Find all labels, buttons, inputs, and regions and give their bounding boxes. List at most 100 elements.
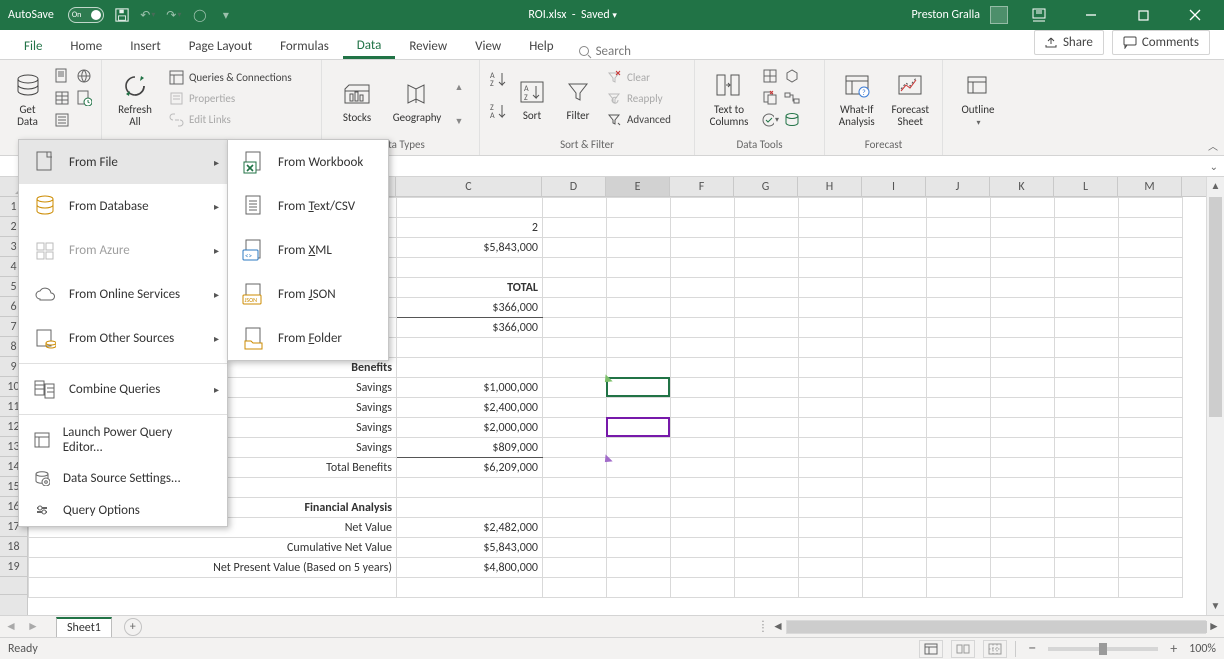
relationships-icon[interactable]	[783, 89, 801, 107]
autosave-toggle[interactable]: On	[68, 7, 104, 23]
tab-file[interactable]: File	[10, 33, 56, 59]
sort-button[interactable]: AZSort	[512, 64, 552, 134]
vertical-scrollbar[interactable]: ▲ ▼	[1206, 177, 1224, 615]
cell[interactable]: $809,000	[397, 438, 543, 458]
save-icon[interactable]	[114, 7, 130, 23]
cell[interactable]: $2,400,000	[397, 398, 543, 418]
col-header-E[interactable]: E	[606, 177, 670, 196]
text-to-columns-button[interactable]: Text to Columns	[703, 64, 755, 134]
zoom-slider[interactable]	[1048, 647, 1158, 651]
consolidate-icon[interactable]	[783, 67, 801, 85]
cell[interactable]: $1,000,000	[397, 378, 543, 398]
zoom-level[interactable]: 100%	[1189, 642, 1216, 656]
tab-page-layout[interactable]: Page Layout	[175, 33, 266, 59]
qat-customize-icon[interactable]: ▾	[218, 7, 234, 23]
col-header-M[interactable]: M	[1118, 177, 1182, 196]
hscroll-right-icon[interactable]: ►	[1206, 619, 1222, 634]
filter-button[interactable]: Filter	[558, 64, 598, 134]
sheet-nav-prev[interactable]: ◄	[0, 619, 22, 634]
col-header-D[interactable]: D	[542, 177, 606, 196]
queries-connections-button[interactable]: Queries & Connections	[166, 68, 294, 86]
touch-mode-icon[interactable]: ◯	[192, 7, 208, 23]
from-text-icon[interactable]	[53, 67, 71, 85]
share-button[interactable]: Share	[1034, 30, 1104, 55]
zoom-out-button[interactable]: −	[1024, 639, 1040, 658]
col-header-L[interactable]: L	[1054, 177, 1118, 196]
what-if-button[interactable]: ?What-If Analysis	[833, 64, 881, 134]
collapse-ribbon-icon[interactable]: ︿	[1208, 138, 1218, 153]
horizontal-scrollbar[interactable]	[786, 620, 1206, 634]
formula-bar-expand-icon[interactable]: ⌄	[1210, 160, 1218, 173]
existing-conn-icon[interactable]	[53, 111, 71, 129]
menu-from-text-csv[interactable]: From Text/CSV	[228, 184, 388, 228]
sheet-tab-sheet1[interactable]: Sheet1	[56, 617, 112, 637]
tell-me-search[interactable]: Search	[578, 44, 631, 59]
cell[interactable]: $4,800,000	[397, 558, 543, 578]
menu-from-file[interactable]: From File▸	[19, 140, 227, 184]
col-header-H[interactable]: H	[798, 177, 862, 196]
data-model-icon[interactable]	[783, 111, 801, 129]
tab-view[interactable]: View	[461, 33, 515, 59]
maximize-button[interactable]	[1122, 0, 1164, 30]
user-name[interactable]: Preston Gralla	[911, 8, 980, 22]
data-validation-icon[interactable]: ▾	[761, 111, 779, 129]
remove-dup-icon[interactable]	[761, 89, 779, 107]
menu-from-workbook[interactable]: From Workbook	[228, 140, 388, 184]
view-page-layout-icon[interactable]	[951, 640, 975, 658]
cell[interactable]: $2,000,000	[397, 418, 543, 438]
col-header-J[interactable]: J	[926, 177, 990, 196]
menu-from-database[interactable]: From Database▸	[19, 184, 227, 228]
datatypes-scroll-up-icon[interactable]: ▲	[450, 78, 468, 96]
add-sheet-button[interactable]: +	[124, 618, 142, 636]
outline-button[interactable]: Outline▾	[951, 64, 1005, 134]
from-web-icon[interactable]	[75, 67, 93, 85]
menu-combine-queries[interactable]: Combine Queries▸	[19, 367, 227, 411]
tab-home[interactable]: Home	[56, 33, 116, 59]
minimize-button[interactable]	[1070, 0, 1112, 30]
get-data-button[interactable]: Get Data	[8, 64, 47, 134]
cell[interactable]: 2	[397, 218, 543, 238]
refresh-all-button[interactable]: Refresh All	[110, 64, 160, 134]
cell[interactable]: $5,843,000	[397, 538, 543, 558]
cell[interactable]: $366,000	[397, 318, 543, 338]
from-table-icon[interactable]	[53, 89, 71, 107]
menu-launch-power-query[interactable]: Launch Power Query Editor...	[19, 418, 227, 462]
cell[interactable]: $6,209,000	[397, 458, 543, 478]
scroll-thumb[interactable]	[1209, 197, 1222, 417]
datatypes-more-icon[interactable]: ▼	[450, 112, 468, 130]
tab-help[interactable]: Help	[515, 33, 567, 59]
tab-review[interactable]: Review	[395, 33, 461, 59]
comments-button[interactable]: Comments	[1112, 30, 1210, 55]
hscroll-left-icon[interactable]: ◄	[770, 619, 786, 634]
menu-from-json[interactable]: JSONFrom JSON	[228, 272, 388, 316]
ribbon-options-icon[interactable]	[1018, 0, 1060, 30]
col-header-K[interactable]: K	[990, 177, 1054, 196]
geography-button[interactable]: Geography	[390, 66, 444, 136]
menu-from-other[interactable]: From Other Sources▸	[19, 316, 227, 360]
view-page-break-icon[interactable]	[983, 640, 1007, 658]
flash-fill-icon[interactable]	[761, 67, 779, 85]
undo-icon[interactable]: ↶▾	[140, 7, 156, 23]
cell[interactable]: TOTAL	[397, 278, 543, 298]
menu-data-source-settings[interactable]: Data Source Settings...	[19, 462, 227, 494]
cell[interactable]: $5,843,000	[397, 238, 543, 258]
col-header-I[interactable]: I	[862, 177, 926, 196]
scroll-down-icon[interactable]: ▼	[1207, 597, 1224, 615]
menu-from-folder[interactable]: From Folder	[228, 316, 388, 360]
forecast-sheet-button[interactable]: Forecast Sheet	[887, 64, 935, 134]
menu-from-online[interactable]: From Online Services▸	[19, 272, 227, 316]
cell[interactable]: Net Present Value (Based on 5 years)	[29, 558, 397, 578]
tab-data[interactable]: Data	[343, 32, 396, 59]
sort-desc-icon[interactable]: ZA	[488, 102, 506, 120]
cell[interactable]: $2,482,000	[397, 518, 543, 538]
scroll-up-icon[interactable]: ▲	[1207, 177, 1224, 195]
advanced-filter-button[interactable]: Advanced	[604, 110, 673, 128]
sort-asc-icon[interactable]: AZ	[488, 70, 506, 88]
col-header-G[interactable]: G	[734, 177, 798, 196]
tab-formulas[interactable]: Formulas	[266, 33, 343, 59]
redo-icon[interactable]: ↷▾	[166, 7, 182, 23]
cell[interactable]: Cumulative Net Value	[29, 538, 397, 558]
sheet-nav-next[interactable]: ►	[22, 619, 44, 634]
stocks-button[interactable]: Stocks	[330, 66, 384, 136]
recent-sources-icon[interactable]	[75, 89, 93, 107]
